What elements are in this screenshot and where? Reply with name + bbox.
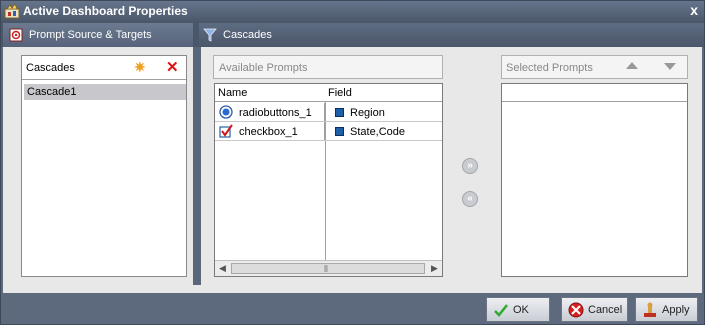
cascades-panel: Cascades ✷ ✕ Cascade1 xyxy=(21,55,187,277)
radio-button-icon xyxy=(219,105,233,119)
checkbox-icon xyxy=(219,124,233,138)
table-row[interactable]: radiobuttons_1 Region xyxy=(215,103,442,122)
prompt-source-icon xyxy=(9,28,23,42)
title-bar: Active Dashboard Properties x xyxy=(1,1,704,21)
tab-label: Prompt Source & Targets xyxy=(29,29,152,41)
grip-icon: ⦀ xyxy=(324,264,328,274)
selected-prompts-label: Selected Prompts xyxy=(506,62,593,74)
selected-prompts-column-header xyxy=(502,84,687,102)
field-icon xyxy=(335,108,344,117)
field-icon xyxy=(335,127,344,136)
scroll-right-icon[interactable]: ▶ xyxy=(431,263,438,274)
prompt-field: Region xyxy=(350,107,385,119)
ok-button[interactable]: OK xyxy=(486,297,550,322)
ok-label: OK xyxy=(513,303,529,316)
cancel-label: Cancel xyxy=(588,303,623,316)
apply-button[interactable]: Apply xyxy=(635,297,698,322)
move-right-button[interactable]: » xyxy=(462,158,478,174)
cascades-header: Cascades ✷ ✕ xyxy=(22,56,186,80)
check-icon xyxy=(494,303,508,317)
dialog-window: Active Dashboard Properties x Prompt Sou… xyxy=(0,0,705,325)
scrollbar-thumb[interactable]: ⦀ xyxy=(231,263,425,274)
selected-prompts-list[interactable] xyxy=(501,83,688,277)
tab-bar: Prompt Source & Targets Cascades xyxy=(1,21,704,47)
add-cascade-icon[interactable]: ✷ xyxy=(134,59,146,76)
prompt-field: State,Code xyxy=(350,126,406,138)
app-icon xyxy=(4,3,20,19)
move-down-icon[interactable] xyxy=(664,63,676,70)
close-icon[interactable]: x xyxy=(690,2,698,18)
tab-cascades[interactable]: Cascades xyxy=(199,23,704,47)
table-row[interactable]: checkbox_1 State,Code xyxy=(215,122,442,141)
available-prompts-grid: Name Field radiobuttons_1 Region checkbo… xyxy=(214,83,443,277)
delete-cascade-icon[interactable]: ✕ xyxy=(166,58,179,76)
apply-label: Apply xyxy=(662,303,690,316)
apply-stamp-icon xyxy=(644,302,656,317)
cascades-header-label: Cascades xyxy=(26,62,75,74)
list-item[interactable]: Cascade1 xyxy=(24,84,186,100)
move-up-icon[interactable] xyxy=(626,62,638,69)
selected-prompts-header: Selected Prompts xyxy=(501,55,688,79)
move-left-button[interactable]: « xyxy=(462,191,478,207)
tab-label: Cascades xyxy=(223,29,272,41)
available-prompts-header: Available Prompts xyxy=(213,55,443,79)
column-header-field[interactable]: Field xyxy=(325,84,442,102)
panel-splitter[interactable] xyxy=(193,47,201,285)
horizontal-scrollbar[interactable]: ◀ ⦀ ▶ xyxy=(215,260,442,276)
cascades-icon xyxy=(203,28,217,42)
cancel-button[interactable]: Cancel xyxy=(561,297,628,322)
scroll-left-icon[interactable]: ◀ xyxy=(219,263,226,274)
prompt-name: checkbox_1 xyxy=(239,126,298,138)
tab-prompt-source-targets[interactable]: Prompt Source & Targets xyxy=(3,23,193,47)
column-header-name[interactable]: Name xyxy=(215,84,325,102)
cancel-icon xyxy=(568,302,584,317)
window-title: Active Dashboard Properties xyxy=(23,4,188,18)
prompt-name: radiobuttons_1 xyxy=(239,107,312,119)
